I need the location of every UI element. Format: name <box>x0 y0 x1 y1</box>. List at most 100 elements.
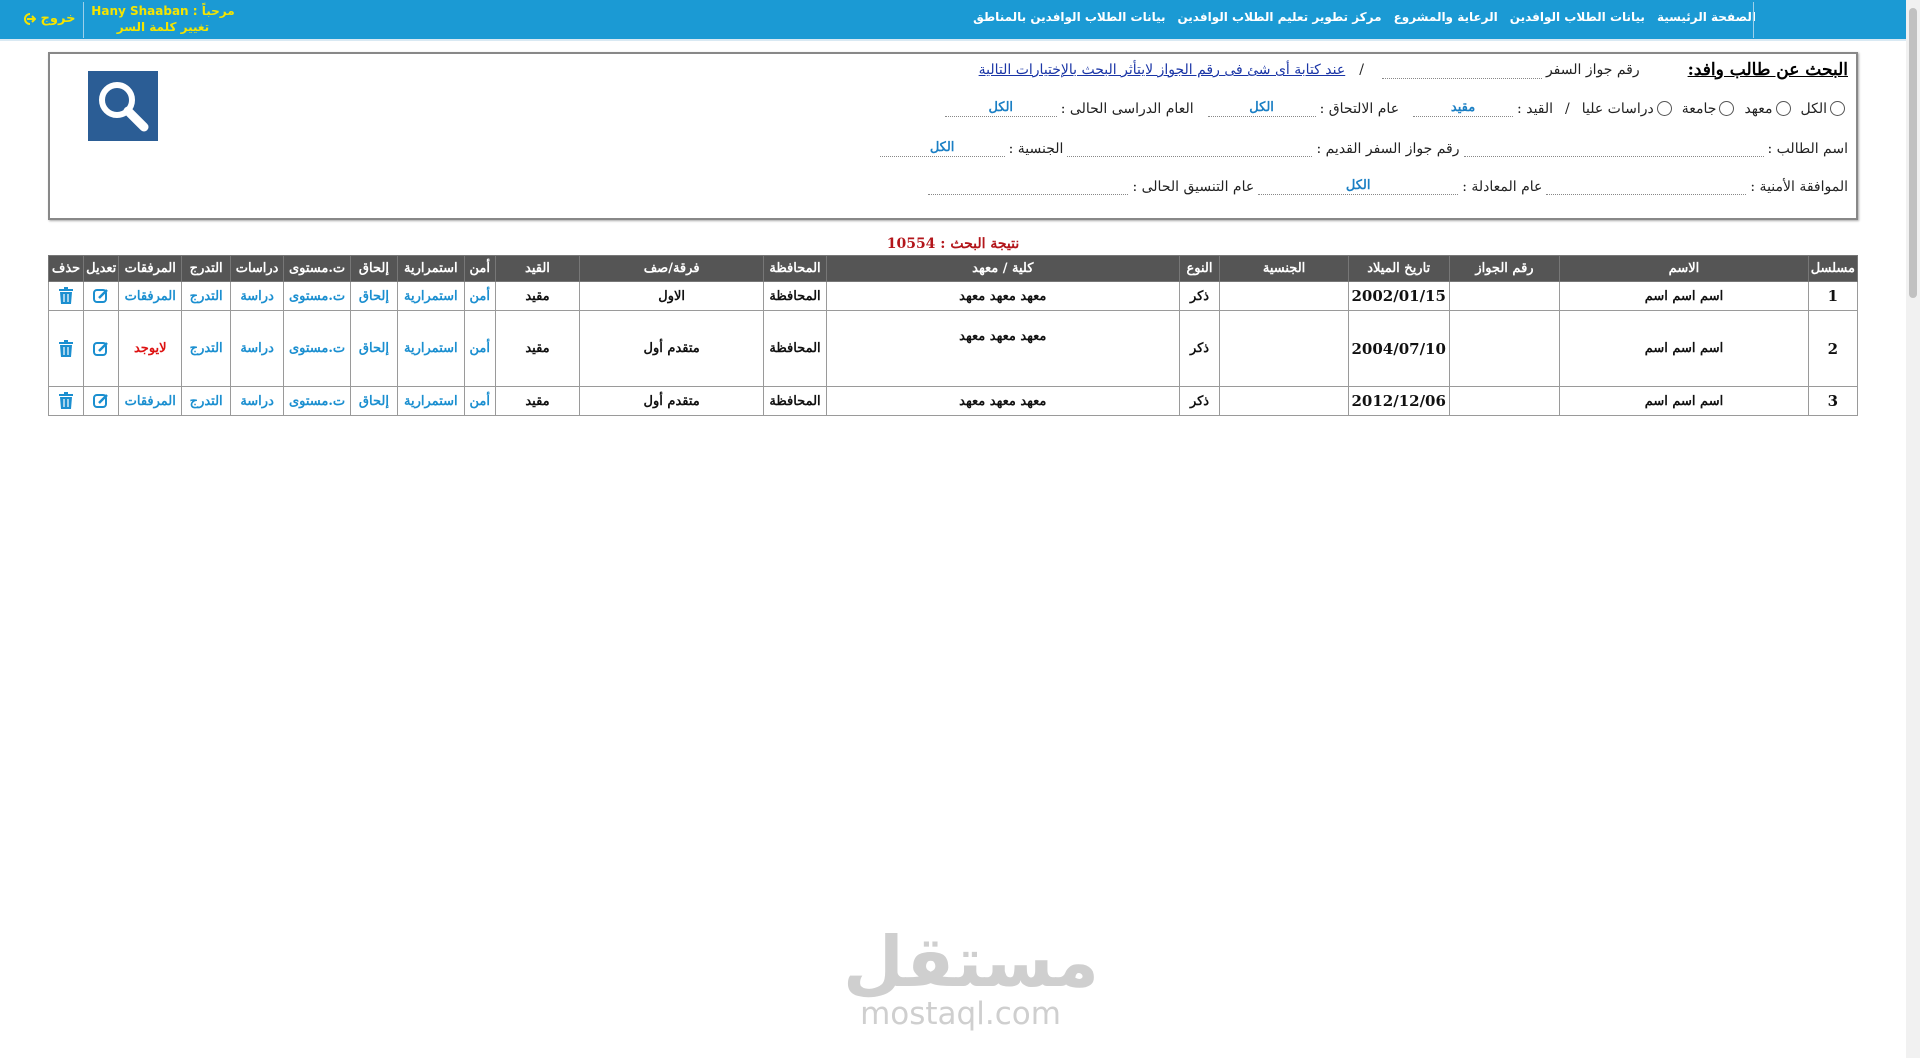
col-continuity: استمرارية <box>396 255 465 282</box>
trash-icon <box>59 287 74 304</box>
student-name-input[interactable] <box>1463 140 1764 157</box>
cell-college: معهد معهد معهد <box>826 281 1180 311</box>
cell-gender: ذكر <box>1178 386 1221 416</box>
radio-postgrad-label: دراسات عليا <box>1581 100 1654 117</box>
cell-status: مقيد <box>494 386 581 416</box>
col-college: كلية / معهد <box>826 255 1180 282</box>
nav-home[interactable]: الصفحة الرئيسية <box>1657 10 1756 24</box>
cell-gender: ذكر <box>1178 310 1221 387</box>
scrollbar-thumb[interactable] <box>1909 8 1917 298</box>
delete-button[interactable] <box>47 386 85 416</box>
cell-gender: ذكر <box>1178 281 1221 311</box>
col-governorate: المحافظة <box>763 255 827 282</box>
cell-grade: متقدم أول <box>579 310 765 387</box>
attachments-link[interactable]: المرفقات <box>118 281 183 311</box>
continuity-link[interactable]: استمرارية <box>396 281 465 311</box>
enrollment-select[interactable]: مقيد <box>1413 100 1514 117</box>
logout-label: خروج <box>40 11 76 26</box>
current-year-label: العام الدراسى الحالى : <box>1060 100 1194 117</box>
level-link[interactable]: ت.مستوى <box>283 281 351 311</box>
nav-students-regions[interactable]: بيانات الطلاب الوافدين بالمناطق <box>973 10 1165 24</box>
radio-university-label: جامعة <box>1681 100 1717 117</box>
study-link[interactable]: دراسة <box>230 281 285 311</box>
search-button[interactable] <box>88 71 158 141</box>
search-row-4: الموافقة الأمنية : عام المعادلة : الكل ع… <box>924 178 1848 195</box>
old-passport-input[interactable] <box>1067 140 1313 157</box>
col-level: ت.مستوى <box>283 255 351 282</box>
vertical-scrollbar[interactable] <box>1906 0 1920 1058</box>
cell-governorate: المحافظة <box>763 386 827 416</box>
passport-input[interactable] <box>1381 62 1542 79</box>
radio-all[interactable] <box>1830 101 1845 116</box>
grading-link[interactable]: التدرج <box>181 310 232 387</box>
logout-button[interactable]: خروج <box>22 11 75 26</box>
edit-button[interactable] <box>83 310 120 387</box>
enroll-link[interactable]: إلحاق <box>350 386 398 416</box>
col-gender: النوع <box>1178 255 1221 282</box>
coordination-select[interactable] <box>928 178 1129 195</box>
student-name-label: اسم الطالب : <box>1767 140 1848 157</box>
enroll-link[interactable]: إلحاق <box>350 310 398 387</box>
col-serial: مسلسل <box>1807 255 1859 282</box>
delete-button[interactable] <box>47 281 85 311</box>
passport-label: رقم جواز السفر <box>1545 62 1640 78</box>
grading-link[interactable]: التدرج <box>181 281 232 311</box>
col-status: القيد <box>494 255 581 282</box>
cell-dob: 2002/01/15 <box>1347 281 1450 311</box>
edit-button[interactable] <box>83 281 120 311</box>
radio-institute-label: معهد <box>1744 100 1773 117</box>
nationality-select[interactable]: الكل <box>879 140 1005 157</box>
nav-care-project[interactable]: الرعاية والمشروع <box>1394 10 1498 24</box>
change-password-link[interactable]: تغيير كلمة السر <box>88 19 238 35</box>
col-dob: تاريخ الميلاد <box>1347 255 1450 282</box>
security-link[interactable]: أمن <box>463 310 496 387</box>
equivalence-label: عام المعادلة : <box>1462 178 1543 195</box>
cell-dob: 2012/12/06 <box>1347 386 1450 416</box>
col-enroll: إلحاق <box>350 255 398 282</box>
cell-passport <box>1448 281 1561 311</box>
edit-button[interactable] <box>83 386 120 416</box>
nav-divider <box>1753 2 1754 38</box>
nav-development-center[interactable]: مركز تطوير تعليم الطلاب الوافدين <box>1178 10 1382 24</box>
search-row-1: البحث عن طالب وافد: رقم جواز السفر / عند… <box>979 60 1848 80</box>
level-link[interactable]: ت.مستوى <box>283 386 351 416</box>
study-link[interactable]: دراسة <box>230 310 285 387</box>
attachments-link[interactable]: المرفقات <box>118 386 183 416</box>
search-hint: عند كتابة أى شئ فى رقم الجواز لايتأثر ال… <box>978 62 1346 78</box>
security-link[interactable]: أمن <box>463 281 496 311</box>
cell-college: معهد معهد معهد <box>826 310 1180 387</box>
level-link[interactable]: ت.مستوى <box>283 310 351 387</box>
nationality-label: الجنسية : <box>1008 140 1064 157</box>
cell-college: معهد معهد معهد <box>826 386 1180 416</box>
cell-nationality <box>1219 386 1349 416</box>
students-table: مسلسل الاسم رقم الجواز تاريخ الميلاد الج… <box>47 255 1859 416</box>
grading-link[interactable]: التدرج <box>181 386 232 416</box>
continuity-link[interactable]: استمرارية <box>396 386 465 416</box>
join-year-select[interactable]: الكل <box>1207 100 1316 117</box>
radio-university[interactable] <box>1719 101 1735 116</box>
current-year-select[interactable]: الكل <box>944 100 1057 117</box>
welcome-text: مرحباً : Hany Shaaban <box>91 4 235 18</box>
radio-institute[interactable] <box>1775 101 1791 116</box>
edit-icon <box>93 394 109 408</box>
equivalence-select[interactable]: الكل <box>1258 178 1459 195</box>
nav-students-data[interactable]: بيانات الطلاب الوافدين <box>1510 10 1645 24</box>
col-name: الاسم <box>1559 255 1809 282</box>
security-select[interactable] <box>1546 178 1747 195</box>
edit-icon <box>93 341 109 356</box>
delete-button[interactable] <box>47 310 85 387</box>
top-bar: الصفحة الرئيسية بيانات الطلاب الوافدين ا… <box>0 0 1906 41</box>
security-link[interactable]: أمن <box>463 386 496 416</box>
enroll-link[interactable]: إلحاق <box>350 281 398 311</box>
col-grade: فرقة/صف <box>579 255 765 282</box>
study-link[interactable]: دراسة <box>230 386 285 416</box>
cell-governorate: المحافظة <box>763 310 827 387</box>
cell-grade: متقدم أول <box>579 386 765 416</box>
continuity-link[interactable]: استمرارية <box>396 310 465 387</box>
col-edit: تعديل <box>83 255 120 282</box>
radio-postgrad[interactable] <box>1656 101 1672 116</box>
cell-name: اسم اسم اسم <box>1559 310 1809 387</box>
search-panel: البحث عن طالب وافد: رقم جواز السفر / عند… <box>48 52 1858 220</box>
search-title: البحث عن طالب وافد: <box>1687 60 1848 80</box>
security-label: الموافقة الأمنية : <box>1750 178 1848 195</box>
